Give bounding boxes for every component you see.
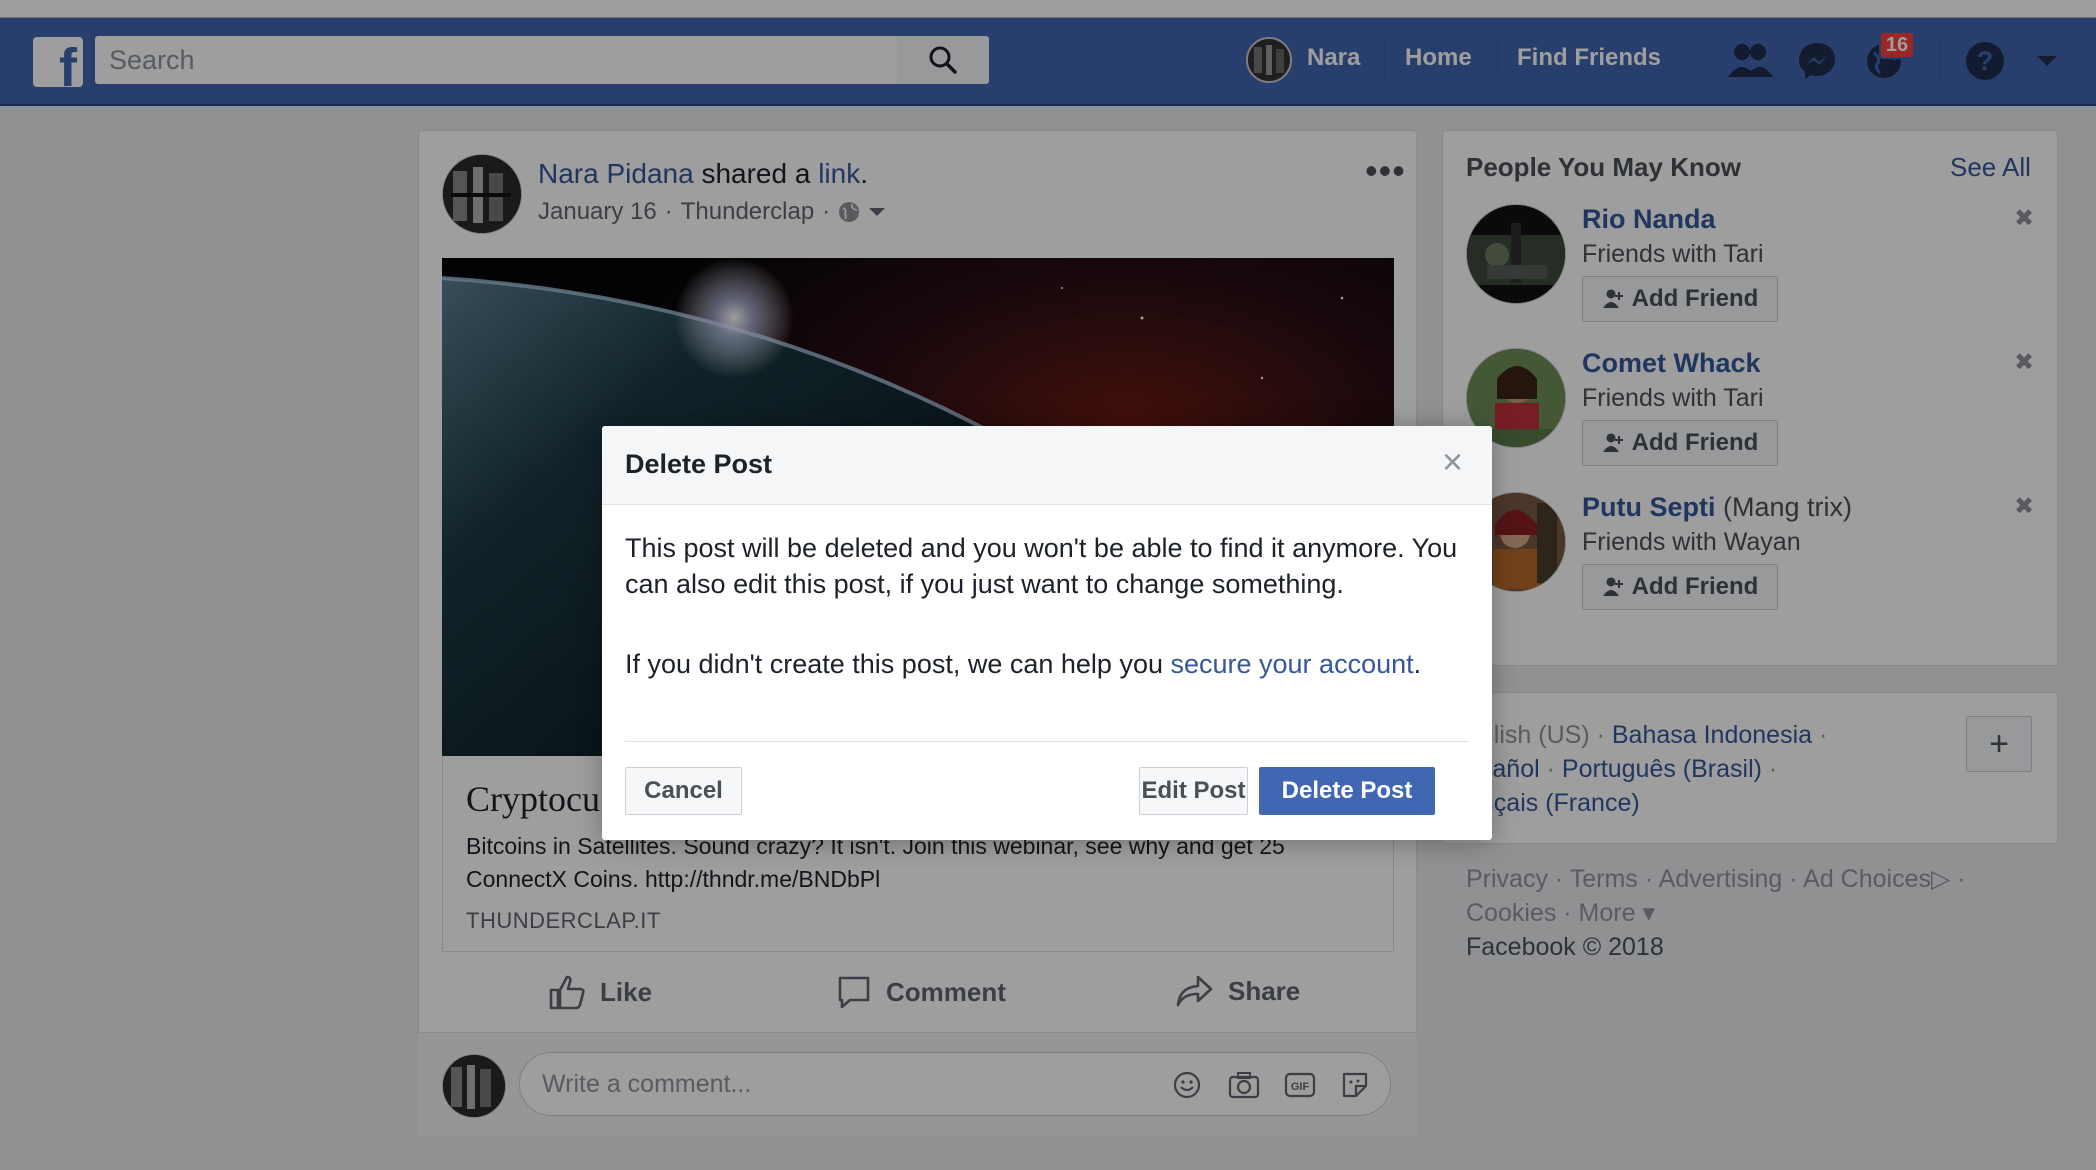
dialog-close-icon[interactable]: ×: [1442, 444, 1463, 480]
dialog-secure-prefix: If you didn't create this post, we can h…: [625, 649, 1171, 679]
dialog-secure-text: If you didn't create this post, we can h…: [625, 646, 1465, 682]
cancel-button[interactable]: Cancel: [625, 767, 742, 815]
dialog-title: Delete Post: [625, 449, 773, 479]
dialog-divider: [625, 741, 1469, 742]
dialog-secure-suffix: .: [1413, 649, 1422, 679]
edit-post-button[interactable]: Edit Post: [1139, 767, 1248, 815]
dialog-body-text: This post will be deleted and you won't …: [625, 533, 1458, 599]
delete-post-button[interactable]: Delete Post: [1259, 767, 1435, 815]
delete-post-dialog: Delete Post × This post will be deleted …: [602, 426, 1492, 840]
secure-account-link[interactable]: secure your account: [1170, 649, 1413, 679]
